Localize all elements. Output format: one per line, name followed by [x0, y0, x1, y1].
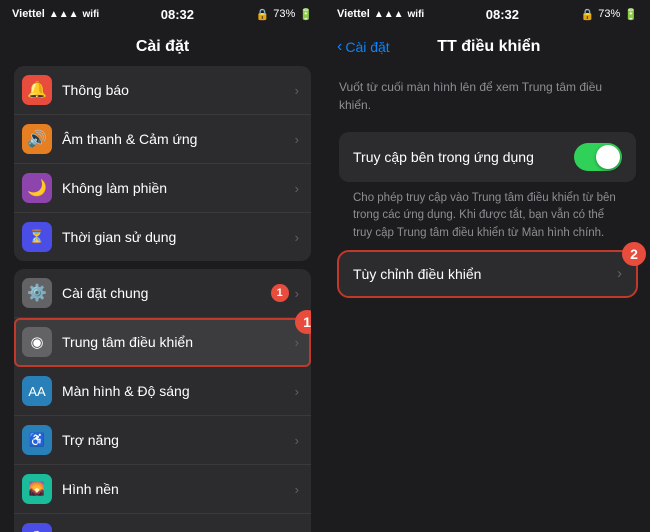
access-description: Cho phép truy cập vào Trung tâm điều khi… — [353, 190, 622, 242]
hinh-nen-label: Hình nền — [62, 481, 295, 497]
left-status-left: Viettel ▲▲▲ wifi — [12, 8, 99, 20]
settings-item-cai-dat-chung[interactable]: ⚙️ Cài đặt chung 1 › — [14, 269, 311, 318]
right-nav-title: TT điều khiển — [390, 38, 588, 56]
right-wifi-icon: wifi — [408, 9, 425, 20]
left-time: 08:32 — [161, 7, 194, 22]
khong-lam-phien-icon: 🌙 — [22, 173, 52, 203]
cai-dat-chung-chevron: › — [295, 286, 299, 301]
settings-group-2: ⚙️ Cài đặt chung 1 › ◉ Trung tâm điều kh… — [14, 269, 311, 532]
access-item[interactable]: Truy cập bên trong ứng dụng — [339, 132, 636, 182]
right-status-right: 🔒 73% 🔋 — [581, 8, 638, 21]
left-nav-bar: Cài đặt — [0, 28, 325, 66]
right-battery-icon: 🔒 — [581, 8, 595, 21]
right-panel: Viettel ▲▲▲ wifi 08:32 🔒 73% 🔋 ‹ Cài đặt… — [325, 0, 650, 532]
hinh-nen-icon: 🌄 — [22, 474, 52, 504]
thong-bao-icon: 🔔 — [22, 75, 52, 105]
customize-label: Tùy chỉnh điều khiển — [353, 266, 617, 282]
settings-item-siri[interactable]: 🎙 Siri & Tìm kiếm › — [14, 514, 311, 532]
step-1-badge: 1 — [295, 310, 311, 334]
left-status-right: 🔒 73% 🔋 — [256, 8, 313, 21]
back-label: Cài đặt — [345, 39, 389, 55]
trung-tam-label: Trung tâm điều khiển — [62, 334, 295, 350]
right-carrier: Viettel — [337, 8, 370, 20]
right-battery-symbol: 🔋 — [624, 8, 638, 21]
am-thanh-icon: 🔊 — [22, 124, 52, 154]
man-hinh-label: Màn hình & Độ sáng — [62, 383, 295, 399]
back-button[interactable]: ‹ Cài đặt — [337, 38, 390, 56]
customize-chevron: › — [617, 265, 622, 282]
thoi-gian-icon: ⏳ — [22, 222, 52, 252]
settings-item-thong-bao[interactable]: 🔔 Thông báo › — [14, 66, 311, 115]
left-carrier: Viettel — [12, 8, 45, 20]
access-label: Truy cập bên trong ứng dụng — [353, 149, 574, 165]
left-battery-symbol: 🔋 — [299, 8, 313, 21]
left-battery-icon: 🔒 — [256, 8, 270, 21]
right-status-bar: Viettel ▲▲▲ wifi 08:32 🔒 73% 🔋 — [325, 0, 650, 28]
right-nav-bar: ‹ Cài đặt TT điều khiển — [325, 28, 650, 66]
man-hinh-chevron: › — [295, 384, 299, 399]
thong-bao-chevron: › — [295, 83, 299, 98]
cai-dat-chung-label: Cài đặt chung — [62, 285, 271, 301]
left-wifi-icon: wifi — [83, 9, 100, 20]
thoi-gian-label: Thời gian sử dụng — [62, 229, 295, 245]
hint-text: Vuốt từ cuối màn hình lên để xem Trung t… — [339, 78, 636, 114]
settings-item-trung-tam[interactable]: ◉ Trung tâm điều khiển › 1 — [14, 318, 311, 367]
khong-lam-phien-chevron: › — [295, 181, 299, 196]
left-settings-list[interactable]: 🔔 Thông báo › 🔊 Âm thanh & Cảm ứng › 🌙 K… — [0, 66, 325, 532]
back-chevron-icon: ‹ — [337, 38, 342, 56]
right-status-left: Viettel ▲▲▲ wifi — [337, 8, 424, 20]
trung-tam-chevron: › — [295, 335, 299, 350]
cai-dat-chung-badge: 1 — [271, 284, 289, 302]
access-group: Truy cập bên trong ứng dụng — [339, 132, 636, 182]
am-thanh-label: Âm thanh & Cảm ứng — [62, 131, 295, 147]
step-2-badge: 2 — [622, 242, 646, 266]
thong-bao-label: Thông báo — [62, 82, 295, 98]
left-signal-icon: ▲▲▲ — [49, 9, 79, 20]
left-status-bar: Viettel ▲▲▲ wifi 08:32 🔒 73% 🔋 — [0, 0, 325, 28]
hinh-nen-chevron: › — [295, 482, 299, 497]
settings-item-thoi-gian[interactable]: ⏳ Thời gian sử dụng › — [14, 213, 311, 261]
cai-dat-chung-icon: ⚙️ — [22, 278, 52, 308]
settings-item-am-thanh[interactable]: 🔊 Âm thanh & Cảm ứng › — [14, 115, 311, 164]
siri-icon: 🎙 — [22, 523, 52, 532]
left-battery: 73% — [273, 8, 295, 20]
tro-nang-icon: ♿ — [22, 425, 52, 455]
settings-item-man-hinh[interactable]: AA Màn hình & Độ sáng › — [14, 367, 311, 416]
thoi-gian-chevron: › — [295, 230, 299, 245]
tro-nang-chevron: › — [295, 433, 299, 448]
access-toggle[interactable] — [574, 143, 622, 171]
settings-item-tro-nang[interactable]: ♿ Trợ năng › — [14, 416, 311, 465]
right-signal-icon: ▲▲▲ — [374, 9, 404, 20]
settings-item-khong-lam-phien[interactable]: 🌙 Không làm phiền › — [14, 164, 311, 213]
khong-lam-phien-label: Không làm phiền — [62, 180, 295, 196]
right-time: 08:32 — [486, 7, 519, 22]
customize-item[interactable]: Tùy chỉnh điều khiển › 2 — [339, 252, 636, 296]
right-content: Vuốt từ cuối màn hình lên để xem Trung t… — [325, 66, 650, 532]
right-battery: 73% — [598, 8, 620, 20]
left-panel: Viettel ▲▲▲ wifi 08:32 🔒 73% 🔋 Cài đặt 🔔… — [0, 0, 325, 532]
am-thanh-chevron: › — [295, 132, 299, 147]
toggle-knob — [596, 145, 620, 169]
settings-item-hinh-nen[interactable]: 🌄 Hình nền › — [14, 465, 311, 514]
left-nav-title: Cài đặt — [136, 38, 189, 56]
trung-tam-icon: ◉ — [22, 327, 52, 357]
settings-group-1: 🔔 Thông báo › 🔊 Âm thanh & Cảm ứng › 🌙 K… — [14, 66, 311, 261]
man-hinh-icon: AA — [22, 376, 52, 406]
tro-nang-label: Trợ năng — [62, 432, 295, 448]
